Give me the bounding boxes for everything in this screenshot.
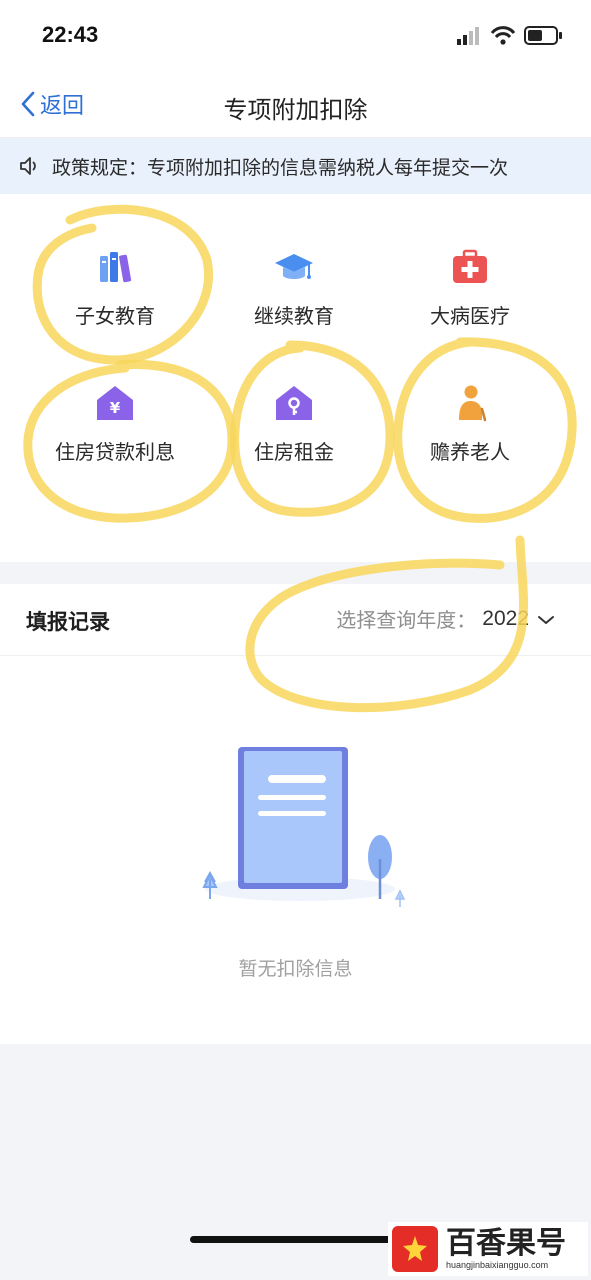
notice-text: 政策规定：专项附加扣除的信息需纳税人每年提交一次 (52, 156, 509, 179)
watermark-url: huangjinbaixiangguo.com (446, 1260, 549, 1270)
watermark: 百香果号 huangjinbaixiangguo.com (388, 1222, 588, 1276)
category-children-education[interactable]: 子女教育 (57, 246, 173, 329)
empty-document-illustration (202, 747, 406, 907)
empty-state-text: 暂无扣除信息 (238, 958, 353, 980)
navigation-bar: 返回 专项附加扣除 (0, 70, 591, 138)
status-icons (457, 26, 562, 45)
year-selector-label: 选择查询年度： (336, 608, 477, 632)
chevron-down-icon (538, 615, 554, 624)
category-housing-rent[interactable]: 住房租金 (236, 382, 352, 465)
records-title: 填报记录 (26, 610, 110, 634)
category-label: 赡养老人 (430, 440, 510, 464)
deduction-category-grid: 子女教育 继续教育 大病医疗 ¥ 住房贷款利息 住房租金 赡养老人 (0, 194, 591, 562)
status-bar: 22:43 (0, 0, 591, 70)
year-selector[interactable]: 选择查询年度： 2022 (336, 604, 557, 633)
first-aid-kit-icon (453, 249, 487, 283)
category-label: 住房租金 (254, 440, 334, 464)
battery-icon (524, 26, 562, 45)
category-label: 大病医疗 (430, 304, 510, 328)
elderly-person-icon (459, 385, 487, 422)
year-selector-value: 2022 (482, 606, 529, 630)
category-continuing-education[interactable]: 继续教育 (236, 246, 352, 329)
policy-notice-banner: 政策规定：专项附加扣除的信息需纳税人每年提交一次 (0, 138, 591, 194)
brand-logo-icon (392, 1226, 438, 1272)
records-header: 填报记录 选择查询年度： 2022 (0, 584, 591, 656)
page-title: 专项附加扣除 (223, 96, 368, 124)
speaker-icon (20, 157, 36, 175)
home-indicator[interactable] (190, 1236, 400, 1243)
category-label: 子女教育 (75, 304, 155, 328)
house-yen-icon: ¥ (97, 386, 133, 420)
cellular-signal-icon (457, 27, 479, 45)
category-elderly-support[interactable]: 赡养老人 (412, 382, 528, 465)
graduation-cap-icon (275, 254, 313, 279)
wifi-icon (490, 26, 516, 45)
category-housing-loan-interest[interactable]: ¥ 住房贷款利息 (40, 382, 190, 465)
category-label: 住房贷款利息 (55, 440, 175, 464)
status-time: 22:43 (42, 22, 99, 47)
svg-text:¥: ¥ (110, 399, 121, 417)
category-serious-illness-medical[interactable]: 大病医疗 (412, 246, 528, 329)
books-icon (100, 252, 132, 283)
filing-records-section: 填报记录 选择查询年度： 2022 暂无扣除信息 (0, 584, 591, 1044)
category-label: 继续教育 (254, 304, 334, 328)
watermark-brand: 百香果号 (446, 1226, 566, 1261)
house-key-icon (276, 386, 312, 420)
